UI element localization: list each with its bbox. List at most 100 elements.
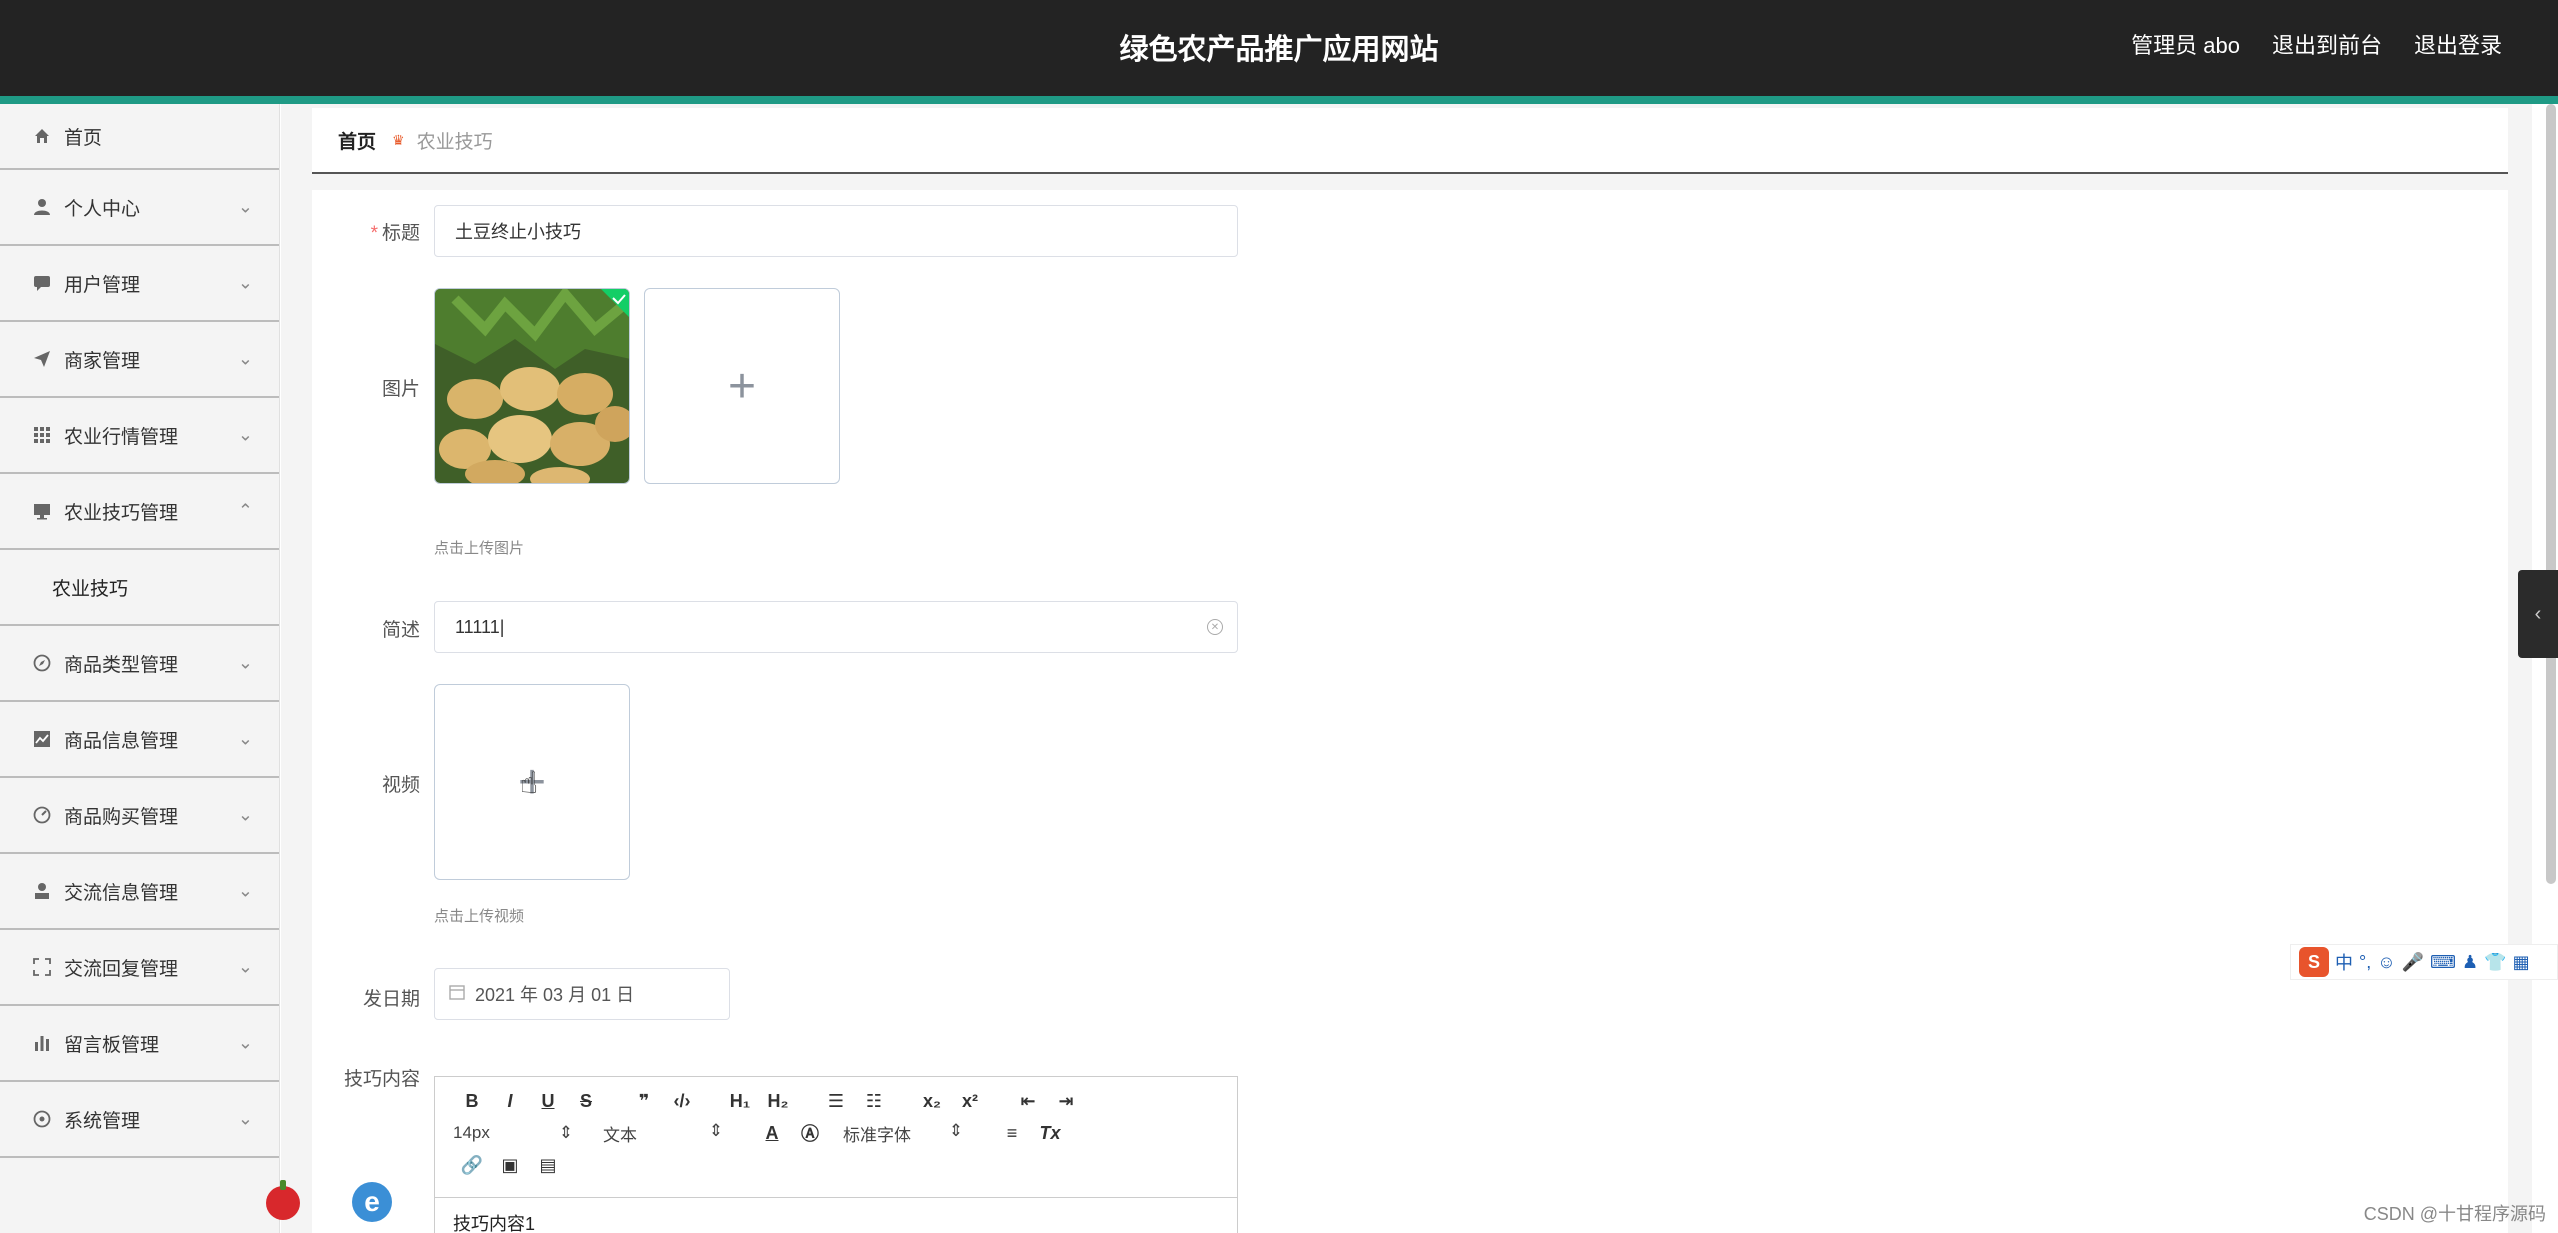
font-color-icon[interactable]: A bbox=[753, 1123, 791, 1144]
chevron-down-icon: ⌄ bbox=[237, 652, 253, 673]
editor-content[interactable]: 技巧内容1 bbox=[435, 1197, 1237, 1233]
logout-link[interactable]: 退出登录 bbox=[2414, 28, 2502, 60]
underline-icon[interactable]: U bbox=[529, 1091, 567, 1112]
chevron-down-icon: ⌄ bbox=[237, 956, 253, 977]
chevron-down-icon: ⌄ bbox=[237, 348, 253, 369]
chart-icon bbox=[32, 729, 52, 749]
admin-user-link[interactable]: 管理员 abo bbox=[2131, 28, 2240, 60]
heading2-icon[interactable]: H₂ bbox=[759, 1091, 797, 1112]
font-family-select[interactable]: 标准字体 ⇕ bbox=[843, 1121, 993, 1146]
chevron-down-icon: ⌄ bbox=[237, 272, 253, 293]
summary-input[interactable]: 11111 | ✕ bbox=[434, 601, 1238, 653]
editor-toolbar-row-1: B I U S ❞ ‹/› H₁ H₂ ☰ ☷ x₂ x² ⇤ ⇥ bbox=[435, 1085, 1237, 1117]
heading1-icon[interactable]: H₁ bbox=[721, 1091, 759, 1112]
chevron-down-icon: ⌄ bbox=[237, 196, 253, 217]
summary-label: 简述 bbox=[381, 620, 420, 641]
user-icon bbox=[32, 197, 52, 217]
chevron-down-icon: ⌄ bbox=[237, 1108, 253, 1129]
sidebar-item-purchase-management[interactable]: 商品购买管理 ⌄ bbox=[0, 778, 279, 854]
emoji-icon[interactable]: ☺ bbox=[2377, 952, 2395, 973]
hand-cursor-icon: ☝ bbox=[520, 767, 539, 800]
date-label: 发日期 bbox=[362, 989, 420, 1010]
background-color-icon[interactable]: Ⓐ bbox=[791, 1120, 829, 1146]
exit-to-frontend-link[interactable]: 退出到前台 bbox=[2272, 28, 2382, 60]
monitor-icon bbox=[32, 501, 52, 521]
italic-icon[interactable]: I bbox=[491, 1091, 529, 1112]
grid-icon[interactable]: ▦ bbox=[2513, 952, 2530, 973]
microphone-icon[interactable]: 🎤 bbox=[2402, 952, 2424, 973]
chevron-down-icon: ⌄ bbox=[237, 424, 253, 445]
skin-icon[interactable]: 👕 bbox=[2484, 952, 2506, 973]
uploaded-potato-image[interactable] bbox=[434, 288, 630, 484]
breadcrumb-home[interactable]: 首页 bbox=[338, 127, 376, 154]
editor-toolbar-row-3: 🔗 ▣ ▤ bbox=[435, 1149, 1237, 1181]
sidebar-item-merchant-management[interactable]: 商家管理 ⌄ bbox=[0, 322, 279, 398]
indent-icon[interactable]: ⇥ bbox=[1047, 1091, 1085, 1112]
clear-format-icon[interactable]: Tx bbox=[1031, 1123, 1069, 1144]
title-label: * 标题 bbox=[370, 223, 420, 244]
sidebar-item-label: 交流回复管理 bbox=[64, 958, 179, 980]
video-label: 视频 bbox=[381, 775, 420, 796]
ime-mode[interactable]: 中 bbox=[2335, 949, 2353, 975]
strikethrough-icon[interactable]: S bbox=[567, 1091, 605, 1112]
sidebar-item-label: 商品类型管理 bbox=[64, 654, 179, 676]
breadcrumb-current: 农业技巧 bbox=[416, 131, 493, 153]
chat-icon bbox=[32, 273, 52, 293]
quote-icon[interactable]: ❞ bbox=[625, 1091, 663, 1112]
date-picker[interactable]: 2021 年 03 月 01 日 bbox=[434, 968, 730, 1020]
sidebar-item-message-board[interactable]: 留言板管理 ⌄ bbox=[0, 1006, 279, 1082]
apple-icon bbox=[266, 1180, 300, 1220]
grid-icon bbox=[32, 425, 52, 445]
ime-toolbar[interactable]: S 中 °, ☺ 🎤 ⌨ ♟ 👕 ▦ bbox=[2290, 944, 2558, 980]
keyboard-icon[interactable]: ⌨ bbox=[2430, 952, 2456, 973]
image-icon[interactable]: ▣ bbox=[491, 1155, 529, 1176]
image-label: 图片 bbox=[381, 379, 420, 400]
content-label: 技巧内容 bbox=[343, 1069, 420, 1090]
sidebar-item-category-management[interactable]: 商品类型管理 ⌄ bbox=[0, 626, 279, 702]
link-icon[interactable]: 🔗 bbox=[453, 1155, 491, 1176]
sidebar-item-label: 商品购买管理 bbox=[64, 806, 179, 828]
top-bar: 绿色农产品推广应用网站 管理员 abo 退出到前台 退出登录 bbox=[0, 0, 2558, 96]
sidebar-item-exchange-management[interactable]: 交流信息管理 ⌄ bbox=[0, 854, 279, 930]
sidebar-item-tips-management[interactable]: 农业技巧管理 ⌃ bbox=[0, 474, 279, 550]
text-style-select[interactable]: 文本 ⇕ bbox=[603, 1121, 753, 1146]
summary-value: 11111 bbox=[455, 616, 500, 637]
top-links: 管理员 abo 退出到前台 退出登录 bbox=[2131, 28, 2502, 60]
sidebar-subitem-tips[interactable]: 农业技巧 bbox=[0, 550, 279, 626]
superscript-icon[interactable]: x² bbox=[951, 1091, 989, 1112]
bold-icon[interactable]: B bbox=[453, 1091, 491, 1112]
sidebar-item-product-management[interactable]: 商品信息管理 ⌄ bbox=[0, 702, 279, 778]
image-upload-button[interactable]: + bbox=[644, 288, 840, 484]
title-input[interactable]: 土豆终止小技巧 bbox=[434, 205, 1238, 257]
sidebar-item-reply-management[interactable]: 交流回复管理 ⌄ bbox=[0, 930, 279, 1006]
chevron-left-icon[interactable]: ‹ bbox=[2518, 570, 2558, 658]
sidebar-item-user-management[interactable]: 用户管理 ⌄ bbox=[0, 246, 279, 322]
sidebar-item-system-management[interactable]: 系统管理 ⌄ bbox=[0, 1082, 279, 1158]
bullet-list-icon[interactable]: ☷ bbox=[855, 1091, 893, 1112]
sidebar-item-home[interactable]: 首页 bbox=[0, 104, 279, 170]
sidebar-item-label: 留言板管理 bbox=[64, 1034, 160, 1056]
clear-icon[interactable]: ✕ bbox=[1207, 619, 1223, 635]
font-size-select[interactable]: 14px ⇕ bbox=[453, 1123, 603, 1143]
page-scrollbar[interactable] bbox=[2546, 104, 2556, 884]
video-upload-hint: 点击上传视频 bbox=[434, 908, 525, 925]
code-icon[interactable]: ‹/› bbox=[663, 1091, 701, 1112]
settings-icon bbox=[32, 1109, 52, 1129]
header-accent-stripe bbox=[0, 96, 2558, 104]
subscript-icon[interactable]: x₂ bbox=[913, 1091, 951, 1112]
sidebar-item-market-management[interactable]: 农业行情管理 ⌄ bbox=[0, 398, 279, 474]
sidebar-item-personal-center[interactable]: 个人中心 ⌄ bbox=[0, 170, 279, 246]
user-icon[interactable]: ♟ bbox=[2462, 952, 2478, 973]
sidebar-item-label: 农业技巧管理 bbox=[64, 502, 179, 524]
video-icon[interactable]: ▤ bbox=[529, 1155, 567, 1176]
ie-browser-icon: e bbox=[352, 1182, 392, 1222]
sidebar-item-label: 农业行情管理 bbox=[64, 426, 179, 448]
compass-icon bbox=[32, 653, 52, 673]
editor-toolbar-row-2: 14px ⇕ 文本 ⇕ A Ⓐ 标准字体 ⇕ ≡ Tx bbox=[435, 1117, 1237, 1149]
ordered-list-icon[interactable]: ☰ bbox=[817, 1091, 855, 1112]
ime-punct-icon[interactable]: °, bbox=[2359, 952, 2371, 973]
chevron-down-icon: ⌄ bbox=[237, 728, 253, 749]
image-upload-hint: 点击上传图片 bbox=[434, 540, 525, 557]
align-icon[interactable]: ≡ bbox=[993, 1123, 1031, 1144]
outdent-icon[interactable]: ⇤ bbox=[1009, 1091, 1047, 1112]
